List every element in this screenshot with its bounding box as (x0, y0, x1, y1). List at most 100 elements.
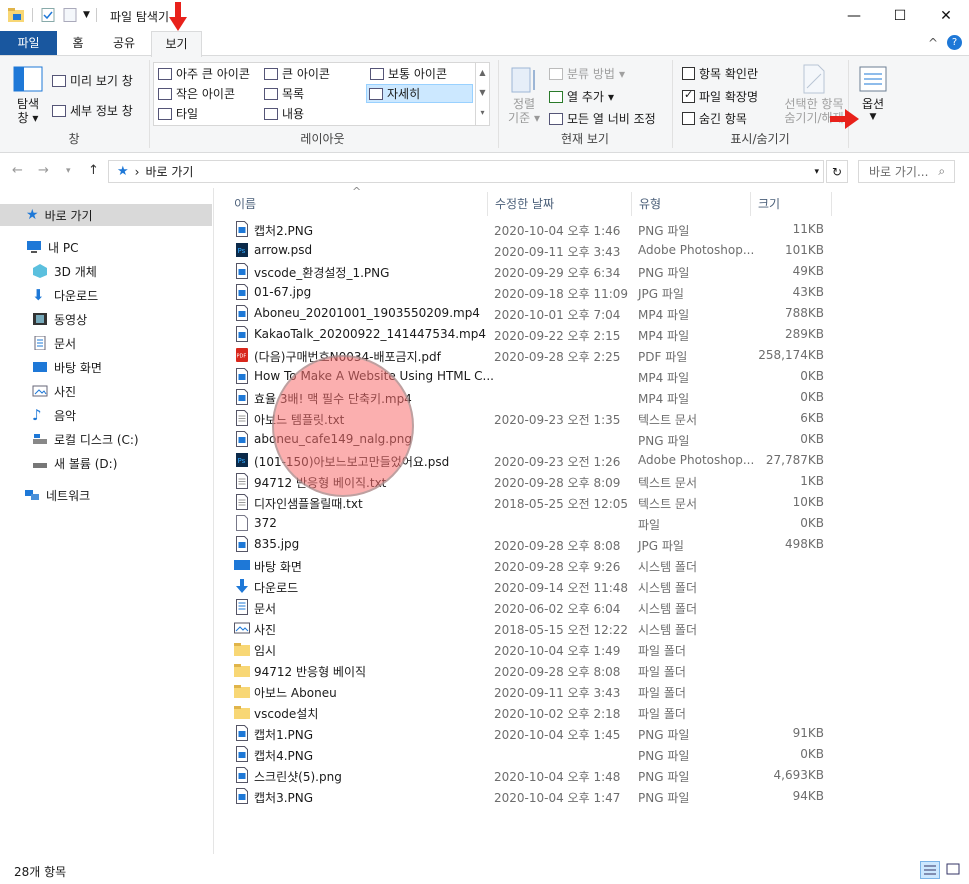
file-row[interactable]: Ps arrow.psd 2020-09-11 오후 3:43 Adobe Photo… (232, 240, 832, 261)
sort-by-button[interactable]: 정렬 기준 ▾ (505, 66, 543, 125)
file-row[interactable]: 94712 반응형 베이직 2020-09-28 오후 8:08 파일 폴더 (232, 660, 832, 681)
sidebar-item-this-pc[interactable]: 내 PC (0, 236, 212, 258)
search-box[interactable]: 바로 가기... ⌕ (858, 160, 955, 183)
sidebar-item-music[interactable]: ♪ 음악 (0, 404, 212, 426)
recent-locations-icon[interactable]: ▾ (66, 166, 71, 176)
properties-icon[interactable] (41, 8, 55, 22)
file-name: 디자인샘플올릴때.txt (254, 497, 363, 511)
tab-view[interactable]: 보기 (151, 31, 202, 57)
file-name: 문서 (254, 602, 277, 616)
collapse-ribbon-icon[interactable]: ^ (928, 36, 938, 50)
file-row[interactable]: 아보느 템플릿.txt 2020-09-23 오전 1:35 텍스트 문서 6KB (232, 408, 832, 429)
large-icons-view-icon (946, 863, 960, 875)
new-folder-icon[interactable] (63, 8, 77, 22)
address-dropdown-icon[interactable]: ▾ (814, 167, 819, 177)
file-row[interactable]: 94712 반응형 베이직.txt 2020-09-28 오후 8:09 텍스트 문… (232, 471, 832, 492)
refresh-button[interactable]: ↻ (826, 160, 848, 183)
add-columns-button[interactable]: 열 추가 ▾ (549, 88, 614, 105)
details-pane-button[interactable]: 세부 정보 창 (52, 102, 133, 119)
file-size: 498KB (784, 537, 824, 551)
file-row[interactable]: vscode_환경설정_1.PNG 2020-09-29 오후 6:34 PNG 파… (232, 261, 832, 282)
up-button[interactable]: ↑ (88, 163, 99, 178)
minimize-button[interactable]: — (831, 0, 877, 31)
tab-file[interactable]: 파일 (0, 31, 57, 56)
layout-small-icons[interactable]: 작은 아이콘 (158, 85, 235, 102)
tab-share[interactable]: 공유 (99, 31, 149, 56)
layout-list[interactable]: 목록 (264, 85, 304, 102)
details-view-button[interactable] (920, 861, 940, 879)
layout-tiles[interactable]: 타일 (158, 105, 198, 122)
file-row[interactable]: 효율 3배! 맥 필수 단축키.mp4 MP4 파일 0KB (232, 387, 832, 408)
options-label: 옵션 (861, 97, 885, 111)
large-icons-view-button[interactable] (944, 861, 964, 879)
file-row[interactable]: 임시 2020-10-04 오후 1:49 파일 폴더 (232, 639, 832, 660)
group-by-button[interactable]: 분류 방법 ▾ (549, 65, 625, 82)
sidebar-item-documents[interactable]: 문서 (0, 332, 212, 354)
maximize-button[interactable]: ☐ (877, 0, 923, 31)
file-row[interactable]: 다운로드 2020-09-14 오전 11:48 시스템 폴더 (232, 576, 832, 597)
file-row[interactable]: 디자인샘플올릴때.txt 2018-05-25 오전 12:05 텍스트 문서 10K… (232, 492, 832, 513)
close-button[interactable]: ✕ (923, 0, 969, 31)
file-row[interactable]: Ps (101-150)아보느보고만들었어요.psd 2020-09-23 오전 1… (232, 450, 832, 471)
file-size: 0KB (800, 747, 824, 761)
column-header-date-modified[interactable]: 수정한 날짜 (487, 192, 632, 216)
file-row[interactable]: 스크린샷(5).png 2020-10-04 오후 1:48 PNG 파일 4,693… (232, 765, 832, 786)
file-row[interactable]: 캡처3.PNG 2020-10-04 오후 1:47 PNG 파일 94KB (232, 786, 832, 807)
file-row[interactable]: KakaoTalk_20200922_141447534.mp4 2020-09-… (232, 324, 832, 345)
sidebar-item-downloads[interactable]: ⬇ 다운로드 (0, 284, 212, 306)
sidebar-item-3d-objects[interactable]: 3D 개체 (0, 260, 212, 282)
file-row[interactable]: 372 파일 0KB (232, 513, 832, 534)
column-header-name[interactable]: 이름 (226, 192, 488, 216)
size-all-columns-button[interactable]: 모든 열 너비 조정 (549, 110, 656, 127)
file-row[interactable]: aboneu_cafe149_nalg.png PNG 파일 0KB (232, 429, 832, 450)
column-header-type[interactable]: 유형 (631, 192, 751, 216)
hidden-items-checkbox[interactable] (682, 112, 695, 125)
file-row[interactable]: vscode설치 2020-10-02 오후 2:18 파일 폴더 (232, 702, 832, 723)
options-button[interactable]: 옵션 ▼ (856, 66, 890, 122)
layout-gallery-scroll[interactable]: ▲ ▼ ▾ (475, 63, 489, 125)
breadcrumb-quick-access[interactable]: 바로 가기 (145, 163, 193, 180)
help-icon[interactable]: ? (947, 35, 962, 50)
file-row[interactable]: 835.jpg 2020-09-28 오후 8:08 JPG 파일 498KB (232, 534, 832, 555)
column-header-size[interactable]: 크기 (750, 192, 832, 216)
file-extensions-toggle[interactable]: 파일 확장명 (682, 88, 758, 105)
preview-pane-button[interactable]: 미리 보기 창 (52, 72, 133, 89)
file-row[interactable]: 캡처1.PNG 2020-10-04 오후 1:45 PNG 파일 91KB (232, 723, 832, 744)
file-row[interactable]: 아보느 Aboneu 2020-09-11 오후 3:43 파일 폴더 (232, 681, 832, 702)
item-checkboxes-toggle[interactable]: 항목 확인란 (682, 65, 758, 82)
file-extensions-checkbox[interactable] (682, 88, 695, 103)
file-row[interactable]: 문서 2020-06-02 오후 6:04 시스템 폴더 (232, 597, 832, 618)
file-row[interactable]: 캡처2.PNG 2020-10-04 오후 1:46 PNG 파일 11KB (232, 219, 832, 240)
address-bar[interactable]: ★ › 바로 가기 ▾ (108, 160, 824, 183)
folder-app-icon[interactable] (8, 8, 24, 22)
layout-content[interactable]: 내용 (264, 105, 304, 122)
customize-toolbar-icon[interactable]: ▼ (83, 10, 90, 20)
tab-home[interactable]: 홈 (57, 31, 99, 56)
file-row[interactable]: 01-67.jpg 2020-09-18 오후 11:09 JPG 파일 43KB (232, 282, 832, 303)
file-name: (다음)구매번호N0034-배포금지.pdf (254, 350, 441, 364)
layout-extra-large-icons[interactable]: 아주 큰 아이콘 (158, 65, 250, 82)
layout-large-icons[interactable]: 큰 아이콘 (264, 65, 330, 82)
sidebar-item-videos[interactable]: 동영상 (0, 308, 212, 330)
file-row[interactable]: 사진 2018-05-15 오전 12:22 시스템 폴더 (232, 618, 832, 639)
sidebar-item-pictures[interactable]: 사진 (0, 380, 212, 402)
file-row[interactable]: PDF (다음)구매번호N0034-배포금지.pdf 2020-09-28 오후 2… (232, 345, 832, 366)
navigation-pane-button[interactable]: 탐색 창 ▾ (8, 66, 48, 125)
layout-medium-icons[interactable]: 보통 아이콘 (370, 65, 447, 82)
file-row[interactable]: How To Make A Website Using HTML C... MP4… (232, 366, 832, 387)
file-row[interactable]: 캡처4.PNG PNG 파일 0KB (232, 744, 832, 765)
file-name: 아보느 템플릿.txt (254, 413, 345, 427)
back-button[interactable]: ← (12, 163, 23, 178)
sidebar-item-desktop[interactable]: 바탕 화면 (0, 356, 212, 378)
forward-button[interactable]: → (38, 163, 49, 178)
hidden-items-toggle[interactable]: 숨긴 항목 (682, 110, 747, 127)
file-row[interactable]: 바탕 화면 2020-09-28 오후 9:26 시스템 폴더 (232, 555, 832, 576)
sidebar-item-network[interactable]: 네트워크 (0, 484, 212, 506)
file-row[interactable]: Aboneu_20201001_1903550209.mp4 2020-10-01… (232, 303, 832, 324)
sidebar-item-local-disk-c[interactable]: 로컬 디스크 (C:) (0, 428, 212, 450)
sidebar-item-quick-access[interactable]: ★ 바로 가기 (0, 204, 212, 226)
item-checkboxes-checkbox[interactable] (682, 67, 695, 80)
sidebar-item-volume-d[interactable]: 새 볼륨 (D:) (0, 452, 212, 474)
file-size: 0KB (800, 432, 824, 446)
layout-details[interactable]: 자세히 (366, 84, 473, 103)
